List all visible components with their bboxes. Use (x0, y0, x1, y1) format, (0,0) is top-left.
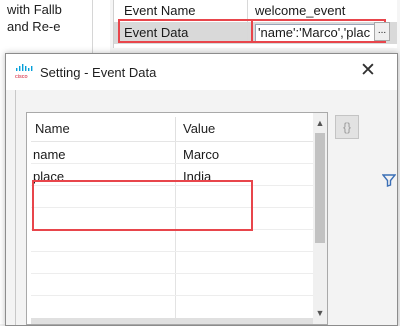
cisco-logo-icon: cisco (15, 64, 33, 79)
property-key: Event Name (124, 3, 196, 18)
row-gridline (31, 295, 313, 296)
left-panel-text-1: with Fallb (7, 2, 62, 17)
horizontal-scrollbar[interactable] (31, 318, 313, 324)
column-header-value[interactable]: Value (183, 121, 215, 136)
scroll-up-icon[interactable]: ▲ (313, 115, 327, 131)
dialog-titlebar[interactable]: cisco Setting - Event Data ✕ (6, 54, 397, 90)
setting-event-data-dialog: cisco Setting - Event Data ✕ Name Value … (5, 53, 398, 326)
row-value-cell[interactable]: Marco (183, 147, 219, 162)
ellipsis-button[interactable]: ... (374, 22, 390, 41)
scroll-down-icon[interactable]: ▼ (313, 305, 327, 321)
vertical-scrollbar[interactable]: ▲ ▼ (313, 113, 327, 324)
row-gridline (31, 273, 313, 274)
close-icon: ✕ (360, 60, 376, 81)
header-divider (175, 117, 176, 141)
row-name-cell[interactable]: name (33, 147, 66, 162)
scrollbar-thumb[interactable] (315, 133, 325, 243)
row-gridline (31, 163, 313, 164)
property-value: welcome_event (255, 3, 346, 18)
svg-text:cisco: cisco (15, 74, 28, 79)
highlight-box-rows (32, 180, 253, 231)
left-panel-text-2: and Re-e (7, 19, 61, 34)
highlight-box-event-data (118, 19, 386, 43)
dialog-title: Setting - Event Data (40, 65, 157, 80)
header-underline (31, 141, 313, 142)
braces-icon: {} (342, 120, 351, 134)
highlight-divider (251, 19, 253, 43)
dialog-content: Name Value name Marco place India ▲ ▼ {} (6, 90, 397, 325)
column-header-name[interactable]: Name (35, 121, 70, 136)
close-button[interactable]: ✕ (356, 60, 380, 84)
filter-icon[interactable] (382, 173, 396, 187)
row-gridline (31, 251, 313, 252)
content-edge (15, 90, 16, 325)
side-braces-button[interactable]: {} (335, 115, 359, 139)
